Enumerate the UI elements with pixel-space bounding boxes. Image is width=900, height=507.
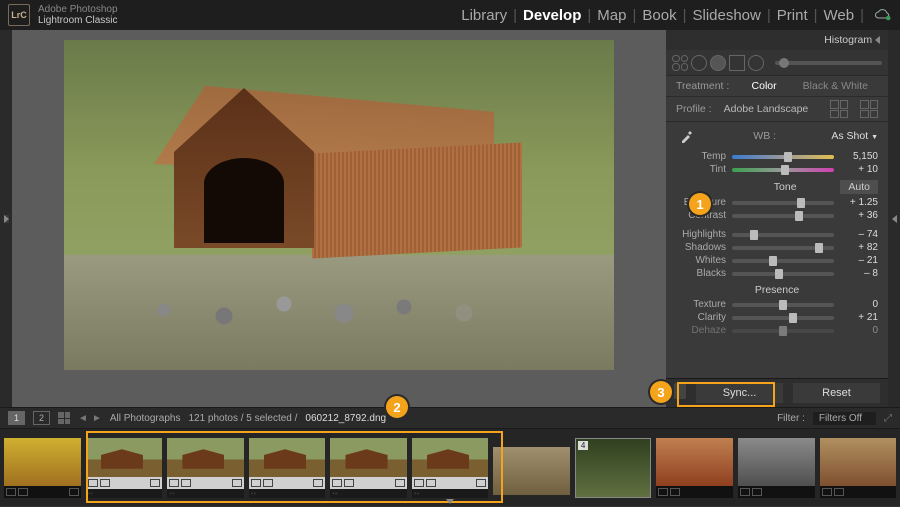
callout-1: 1 bbox=[689, 193, 711, 215]
app-title: Adobe Photoshop Lightroom Classic bbox=[38, 4, 118, 26]
blacks-slider[interactable]: Blacks – 8 bbox=[666, 267, 888, 280]
presence-section: Presence bbox=[666, 280, 888, 298]
preview-image bbox=[64, 40, 614, 370]
tool-strip bbox=[666, 50, 888, 76]
develop-panel: Histogram Treatment : Color Black & Whit… bbox=[666, 30, 888, 407]
spot-tool-icon[interactable] bbox=[691, 55, 707, 71]
module-nav: Library| Develop| Map| Book| Slideshow| … bbox=[455, 7, 892, 24]
left-edge-expand[interactable] bbox=[0, 30, 12, 407]
wb-dropdown[interactable]: As Shot ▼ bbox=[831, 130, 878, 142]
mask-slider[interactable] bbox=[775, 61, 882, 65]
thumb-11[interactable] bbox=[820, 438, 897, 498]
tint-slider[interactable]: Tint + 10 bbox=[666, 163, 888, 176]
thumb-9[interactable] bbox=[656, 438, 733, 498]
photo-count: 121 photos / 5 selected / bbox=[188, 413, 297, 424]
thumb-7[interactable] bbox=[493, 447, 570, 495]
callout-3: 3 bbox=[650, 381, 672, 403]
module-library[interactable]: Library bbox=[455, 7, 513, 24]
clarity-slider[interactable]: Clarity + 21 bbox=[666, 311, 888, 324]
auto-tone-button[interactable]: Auto bbox=[840, 180, 878, 194]
right-edge-expand[interactable] bbox=[888, 30, 900, 407]
thumb-10[interactable] bbox=[738, 438, 815, 498]
sync-mode-toggle[interactable] bbox=[674, 383, 686, 399]
texture-slider[interactable]: Texture 0 bbox=[666, 298, 888, 311]
nav-fwd-icon[interactable]: ► bbox=[92, 413, 102, 424]
thumb-6[interactable]: •• bbox=[412, 438, 489, 498]
current-filename: 060212_8792.dng bbox=[305, 413, 386, 424]
nav-back-icon[interactable]: ◄ bbox=[78, 413, 88, 424]
thumb-1[interactable] bbox=[4, 438, 81, 498]
profile-row: Profile : Adobe Landscape bbox=[666, 96, 888, 121]
titlebar: LrC Adobe Photoshop Lightroom Classic Li… bbox=[0, 0, 900, 30]
module-print[interactable]: Print bbox=[771, 7, 814, 24]
thumb-4[interactable]: •• bbox=[249, 438, 326, 498]
wb-row: WB : As Shot ▼ bbox=[666, 121, 888, 150]
module-slideshow[interactable]: Slideshow bbox=[686, 7, 766, 24]
filter-dropdown[interactable]: Filters Off bbox=[813, 412, 876, 425]
whites-slider[interactable]: Whites – 21 bbox=[666, 254, 888, 267]
sync-row: Sync... Reset bbox=[666, 378, 888, 407]
crop-tool-icon[interactable] bbox=[672, 55, 688, 71]
module-develop[interactable]: Develop bbox=[517, 7, 587, 24]
treatment-row: Treatment : Color Black & White bbox=[666, 76, 888, 96]
primary-display-button[interactable]: 1 bbox=[8, 411, 25, 425]
dehaze-slider[interactable]: Dehaze 0 bbox=[666, 324, 888, 337]
grad-tool-icon[interactable] bbox=[729, 55, 745, 71]
profile-grid-icon[interactable] bbox=[860, 100, 878, 118]
treatment-color[interactable]: Color bbox=[742, 79, 787, 93]
reset-button[interactable]: Reset bbox=[793, 383, 880, 403]
app-logo: LrC bbox=[8, 4, 30, 26]
thumb-8[interactable]: 4 bbox=[575, 438, 652, 498]
secondary-toolbar: 1 2 ◄ ► All Photographs 121 photos / 5 s… bbox=[0, 407, 900, 428]
profile-dropdown[interactable]: Adobe Landscape bbox=[724, 103, 818, 115]
module-map[interactable]: Map bbox=[591, 7, 632, 24]
filmstrip[interactable]: •• •• •• •• •• 4 bbox=[0, 428, 900, 506]
sync-button[interactable]: Sync... bbox=[696, 383, 783, 403]
thumb-3[interactable]: •• bbox=[167, 438, 244, 498]
redeye-tool-icon[interactable] bbox=[710, 55, 726, 71]
callout-2: 2 bbox=[386, 396, 408, 418]
module-web[interactable]: Web bbox=[818, 7, 861, 24]
module-book[interactable]: Book bbox=[636, 7, 682, 24]
treatment-bw[interactable]: Black & White bbox=[793, 79, 878, 93]
thumb-5[interactable]: •• bbox=[330, 438, 407, 498]
collection-breadcrumb[interactable]: All Photographs bbox=[110, 413, 181, 424]
eyedropper-icon[interactable] bbox=[676, 125, 698, 147]
image-canvas[interactable] bbox=[12, 30, 666, 407]
profile-browser-icon[interactable] bbox=[830, 100, 848, 118]
filmstrip-collapse-icon[interactable] bbox=[446, 499, 454, 504]
histogram-header[interactable]: Histogram bbox=[666, 30, 888, 50]
filter-lock-icon[interactable]: ⤢ bbox=[884, 413, 892, 424]
thumb-2[interactable]: •• bbox=[86, 438, 163, 498]
stack-count-badge: 4 bbox=[578, 441, 588, 450]
grid-view-icon[interactable] bbox=[58, 412, 70, 424]
shadows-slider[interactable]: Shadows + 82 bbox=[666, 241, 888, 254]
radial-tool-icon[interactable] bbox=[748, 55, 764, 71]
filter-label: Filter : bbox=[777, 413, 805, 424]
temp-slider[interactable]: Temp 5,150 bbox=[666, 150, 888, 163]
secondary-display-button[interactable]: 2 bbox=[33, 411, 50, 425]
highlights-slider[interactable]: Highlights – 74 bbox=[666, 228, 888, 241]
cloud-sync-icon[interactable] bbox=[874, 8, 892, 22]
